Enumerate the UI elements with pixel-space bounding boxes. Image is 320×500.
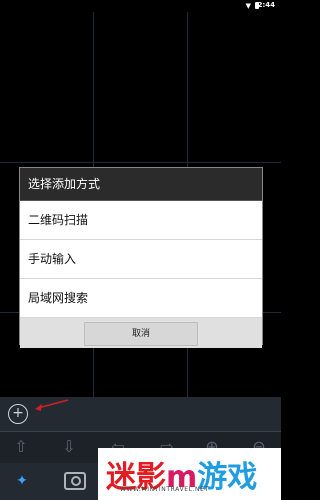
camera-icon[interactable]: [64, 472, 86, 490]
dial-icon[interactable]: ✦: [10, 469, 34, 493]
option-lan-search[interactable]: 局域网搜索: [20, 279, 262, 318]
red-arrow-annotation: [35, 399, 69, 411]
status-time: 2:44: [257, 1, 275, 9]
watermark-url: WWW.MINYINTRAVEL.NET: [120, 486, 209, 493]
add-method-dialog: 选择添加方式 二维码扫描 手动输入 局域网搜索 取消: [20, 168, 262, 348]
dialog-footer: 取消: [20, 318, 262, 348]
arrow-down-icon[interactable]: ⇩: [58, 436, 80, 458]
watermark-logo: 迷影m游戏 WWW.MINYINTRAVEL.NET: [98, 448, 281, 500]
plus-circle-icon[interactable]: +: [8, 404, 28, 424]
option-manual-input[interactable]: 手动输入: [20, 240, 262, 279]
option-qr-scan[interactable]: 二维码扫描: [20, 201, 262, 240]
wifi-icon: ▼: [245, 2, 251, 10]
cancel-button[interactable]: 取消: [84, 322, 198, 346]
arrow-up-icon[interactable]: ⇧: [10, 436, 32, 458]
dialog-title: 选择添加方式: [20, 168, 262, 201]
status-bar: ▼ 2:44: [0, 0, 281, 12]
